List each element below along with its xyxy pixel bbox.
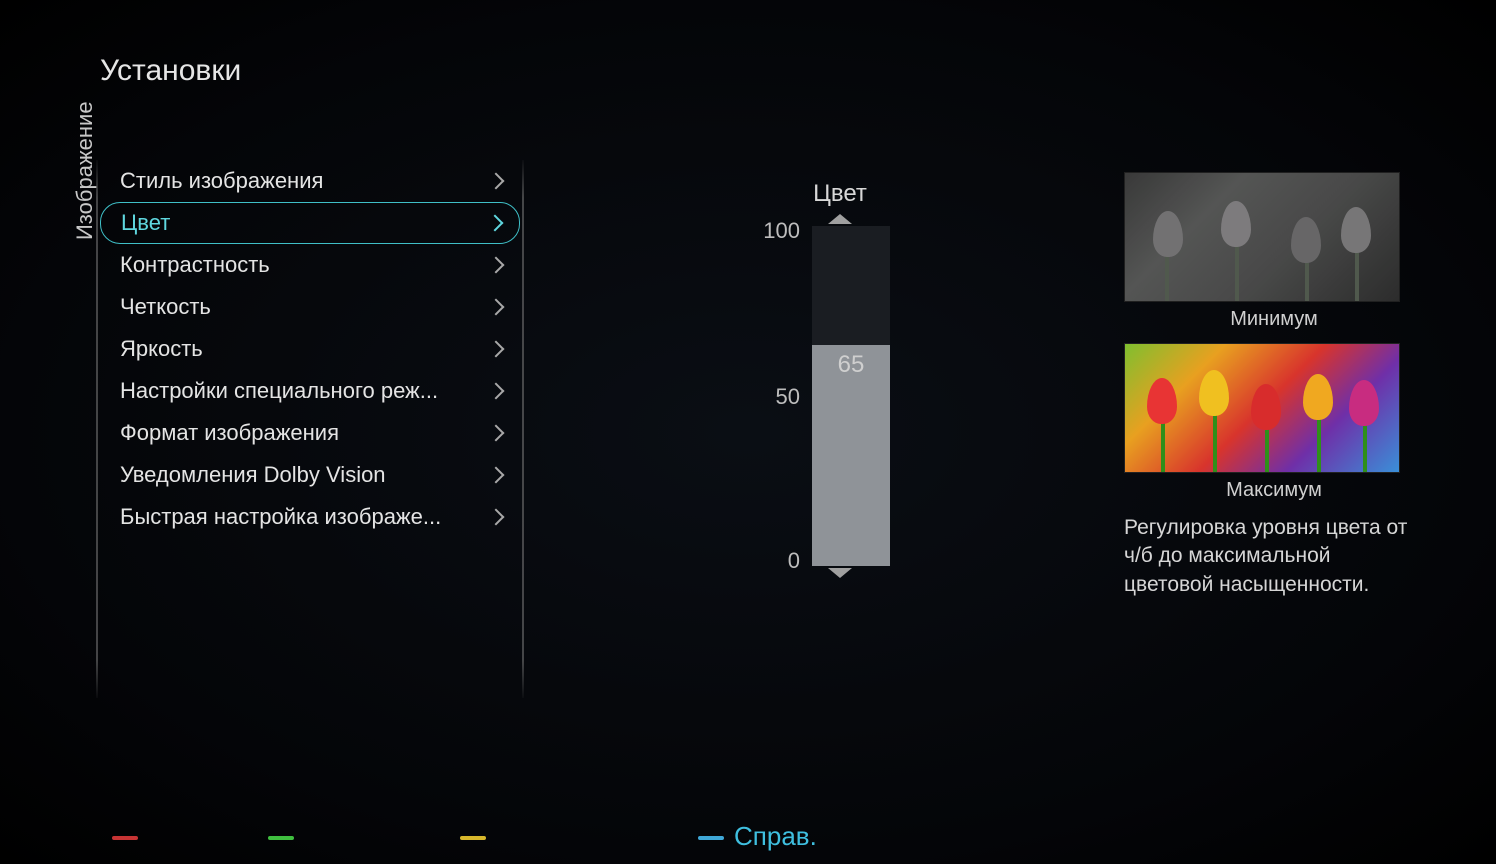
menu-item[interactable]: Настройки специального реж... bbox=[100, 370, 520, 412]
menu-item-label: Формат изображения bbox=[120, 420, 339, 446]
menu-item[interactable]: Цвет bbox=[100, 202, 520, 244]
menu-item[interactable]: Контрастность bbox=[100, 244, 520, 286]
menu-item-label: Стиль изображения bbox=[120, 168, 323, 194]
preview-max-label: Максимум bbox=[1124, 479, 1424, 502]
yellow-button-icon[interactable] bbox=[460, 836, 486, 840]
chevron-right-icon bbox=[488, 299, 505, 316]
menu-item-label: Цвет bbox=[121, 210, 170, 236]
chevron-right-icon bbox=[488, 425, 505, 442]
menu-item-label: Быстрая настройка изображе... bbox=[120, 504, 441, 530]
preview-panel: Минимум Максимум Регулировка уровня цвет… bbox=[1124, 172, 1424, 599]
chevron-right-icon bbox=[488, 509, 505, 526]
preview-image-max bbox=[1124, 343, 1400, 473]
category-label: Изображение bbox=[72, 101, 98, 240]
arrow-up-icon[interactable] bbox=[828, 214, 852, 224]
slider-tick-mid: 50 bbox=[750, 384, 800, 410]
preview-min-label: Минимум bbox=[1124, 308, 1424, 331]
menu-item[interactable]: Формат изображения bbox=[100, 412, 520, 454]
menu-item[interactable]: Яркость bbox=[100, 328, 520, 370]
bottom-bar: Справ. bbox=[0, 816, 1496, 846]
slider-value: 65 bbox=[812, 351, 890, 379]
menu-item-label: Уведомления Dolby Vision bbox=[120, 462, 386, 488]
menu-item-label: Четкость bbox=[120, 294, 211, 320]
preview-image-min bbox=[1124, 172, 1400, 302]
chevron-right-icon bbox=[488, 467, 505, 484]
chevron-right-icon bbox=[487, 215, 504, 232]
chevron-right-icon bbox=[488, 383, 505, 400]
page-title: Установки bbox=[100, 54, 241, 88]
red-button-icon[interactable] bbox=[112, 836, 138, 840]
menu-item-label: Настройки специального реж... bbox=[120, 378, 438, 404]
menu-item-label: Контрастность bbox=[120, 252, 270, 278]
menu-list: Стиль изображения Цвет Контрастность Четкос… bbox=[100, 160, 520, 538]
arrow-down-icon[interactable] bbox=[828, 568, 852, 578]
slider-tick-min: 0 bbox=[750, 548, 800, 574]
chevron-right-icon bbox=[488, 257, 505, 274]
chevron-right-icon bbox=[488, 173, 505, 190]
menu-item-label: Яркость bbox=[120, 336, 203, 362]
slider-panel: Цвет 100 50 0 65 bbox=[740, 180, 940, 580]
slider-tick-max: 100 bbox=[750, 218, 800, 244]
menu-item[interactable]: Быстрая настройка изображе... bbox=[100, 496, 520, 538]
help-label[interactable]: Справ. bbox=[734, 821, 817, 852]
chevron-right-icon bbox=[488, 341, 505, 358]
menu-item[interactable]: Четкость bbox=[100, 286, 520, 328]
green-button-icon[interactable] bbox=[268, 836, 294, 840]
slider-title: Цвет bbox=[740, 180, 940, 208]
divider bbox=[522, 160, 524, 698]
divider bbox=[96, 160, 98, 698]
preview-description: Регулировка уровня цвета от ч/б до макси… bbox=[1124, 514, 1424, 599]
slider-body[interactable]: 100 50 0 65 bbox=[740, 226, 940, 566]
menu-item[interactable]: Уведомления Dolby Vision bbox=[100, 454, 520, 496]
blue-button-icon[interactable] bbox=[698, 836, 724, 840]
menu-item[interactable]: Стиль изображения bbox=[100, 160, 520, 202]
